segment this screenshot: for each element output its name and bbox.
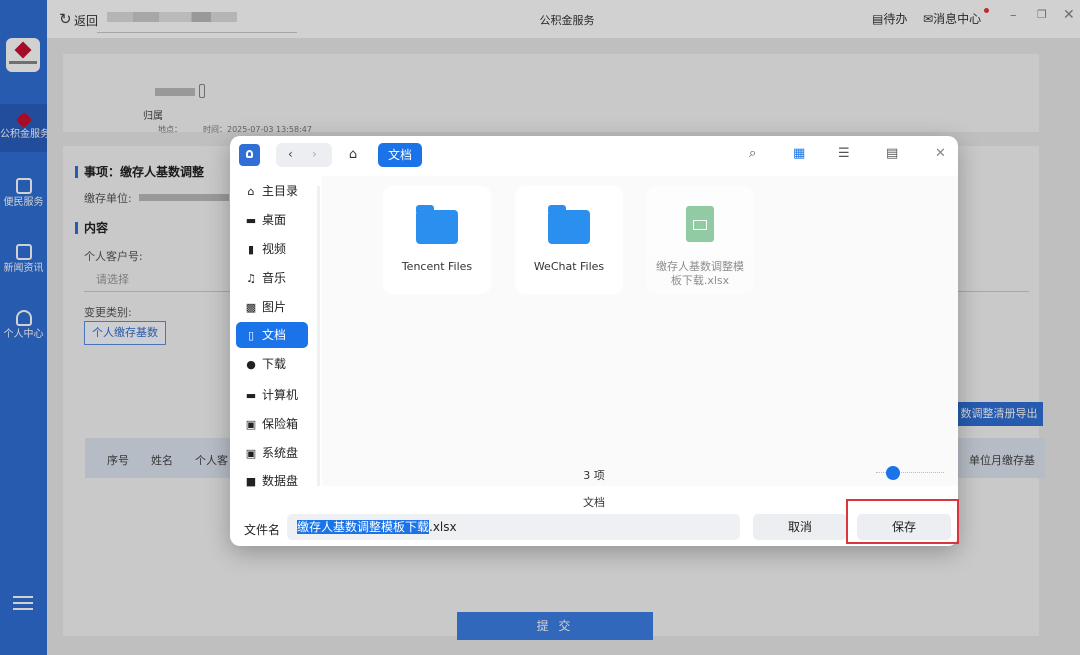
detail-view-icon[interactable]: ▤	[886, 146, 898, 161]
history-navigation: ‹ ›	[276, 143, 332, 167]
filename-extension: .xlsx	[429, 520, 457, 534]
sidebar-item-video[interactable]: ▮ 视频	[236, 236, 308, 262]
breadcrumb-current[interactable]: 文档	[378, 143, 423, 167]
file-name: 缴存人基数调整模 板下载.xlsx	[656, 260, 744, 287]
close-icon[interactable]: ✕	[935, 146, 946, 161]
home-icon[interactable]: ⌂	[340, 143, 366, 167]
folder-icon	[548, 205, 590, 244]
file-grid: Tencent Files WeChat Files 缴存人基数调整模 板下载.…	[322, 176, 958, 486]
list-view-icon[interactable]: ☰	[838, 146, 850, 161]
file-tile-xlsx[interactable]: 缴存人基数调整模 板下载.xlsx	[646, 186, 754, 294]
picture-icon: ▩	[245, 301, 257, 314]
sidebar-item-system-disk[interactable]: ▣ 系统盘	[236, 440, 308, 466]
file-name: Tencent Files	[401, 260, 473, 273]
search-icon[interactable]: ⌕	[749, 146, 756, 161]
filename-label: 文件名	[244, 523, 281, 537]
zoom-slider-handle[interactable]	[886, 466, 900, 480]
highlight-annotation-box	[846, 499, 959, 544]
sidebar-item-computer[interactable]: ▬ 计算机	[236, 382, 308, 408]
forward-arrow-icon[interactable]: ›	[312, 147, 317, 161]
sidebar-item-downloads[interactable]: ● 下载	[236, 351, 308, 377]
cancel-button[interactable]: 取消	[753, 514, 847, 540]
sidebar-item-music[interactable]: ♫ 音乐	[236, 265, 308, 291]
system-disk-icon: ▣	[245, 447, 257, 460]
spreadsheet-icon	[686, 206, 714, 242]
save-file-dialog: ‹ › ⌂ 文档 ⌕ ▦ ☰ ▤ ✕ ⌂ 主目录 ▬ 桌面 ▮ 视频 ♫ 音乐 ▩ 图片 …	[230, 136, 958, 546]
file-name: WeChat Files	[533, 260, 605, 273]
document-icon: ▯	[247, 329, 255, 342]
sidebar-item-documents[interactable]: ▯ 文档	[236, 322, 308, 348]
sidebar-item-home[interactable]: ⌂ 主目录	[236, 178, 308, 204]
folder-icon	[416, 205, 458, 244]
back-arrow-icon[interactable]: ‹	[288, 147, 293, 161]
sidebar-item-safe[interactable]: ▣ 保险箱	[236, 411, 308, 437]
computer-icon: ▬	[245, 389, 257, 402]
file-tile-tencent-files[interactable]: Tencent Files	[383, 186, 491, 294]
desktop-icon: ▬	[245, 214, 257, 227]
sidebar-scrollbar[interactable]	[317, 186, 320, 486]
icon-view-icon[interactable]: ▦	[793, 146, 805, 161]
video-icon: ▮	[247, 243, 255, 256]
file-tile-wechat-files[interactable]: WeChat Files	[515, 186, 623, 294]
item-count: 3 项	[583, 469, 605, 482]
safe-icon: ▣	[245, 418, 257, 431]
filename-input[interactable]: 缴存人基数调整模板下载.xlsx	[287, 514, 740, 540]
music-icon: ♫	[246, 272, 256, 285]
filename-selection: 缴存人基数调整模板下载	[297, 520, 430, 534]
file-manager-icon	[239, 144, 260, 166]
places-sidebar: ⌂ 主目录 ▬ 桌面 ▮ 视频 ♫ 音乐 ▩ 图片 ▯ 文档 ● 下载 ▬ 计算机 ▣ 保险箱 ▣…	[230, 176, 322, 488]
sidebar-item-pictures[interactable]: ▩ 图片	[236, 294, 308, 320]
sidebar-item-desktop[interactable]: ▬ 桌面	[236, 207, 308, 233]
home-icon: ⌂	[247, 185, 255, 198]
download-icon: ●	[246, 358, 256, 371]
